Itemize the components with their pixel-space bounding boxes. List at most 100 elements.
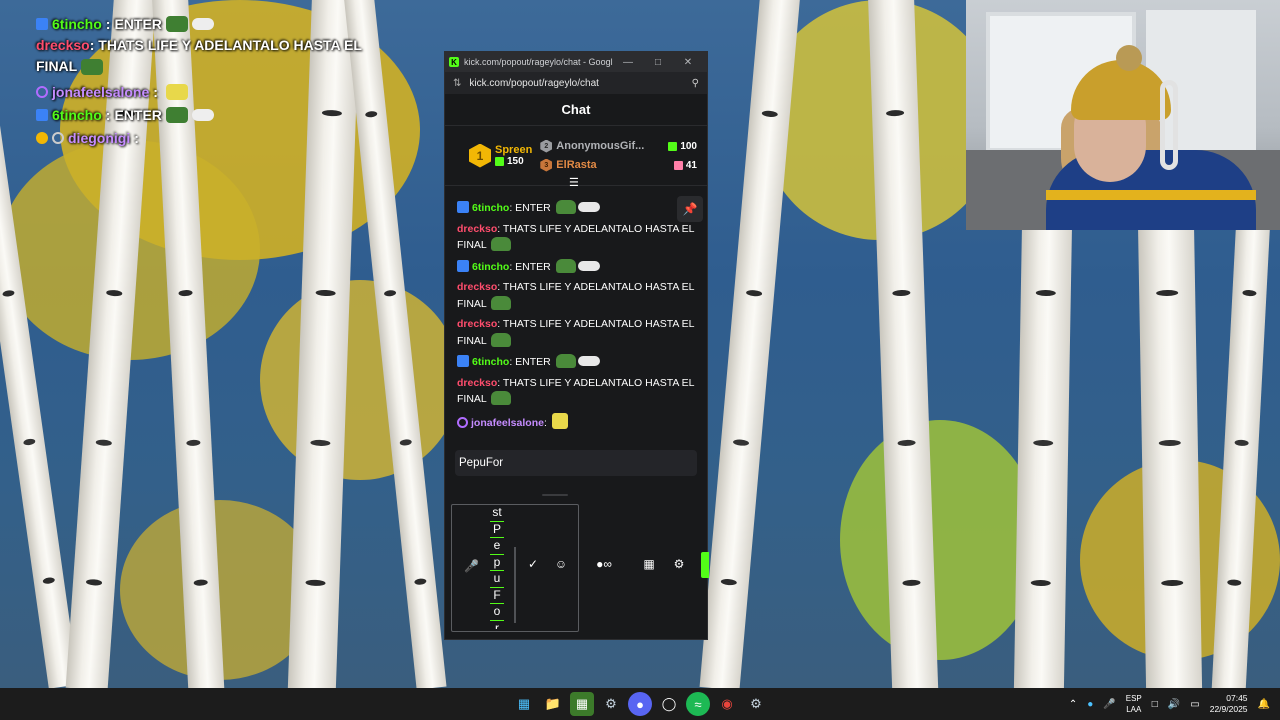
notification-icon[interactable]: 🔔 — [1258, 699, 1270, 710]
rank-bronze-icon: 3 — [540, 158, 553, 172]
microphone-icon[interactable]: 🎤 — [1103, 699, 1115, 710]
chat-username[interactable]: 6tincho — [472, 356, 509, 368]
chat-message: dreckso: THATS LIFE Y ADELANTALO HASTA E… — [457, 281, 695, 310]
overlay-chat-line: diegonigi: — [36, 126, 366, 149]
chrome-icon[interactable]: ◉ — [715, 692, 739, 716]
pepe-emote-icon — [491, 391, 512, 405]
leaderboard-third[interactable]: 3 ElRasta 41 — [540, 158, 697, 172]
discord-icon[interactable]: ● — [628, 692, 652, 716]
drag-handle[interactable] — [542, 494, 568, 496]
send-button[interactable] — [701, 552, 709, 578]
gift-icon — [668, 141, 678, 151]
chat-message-text: ENTER — [512, 356, 554, 368]
pin-icon[interactable]: 📌 — [677, 196, 703, 222]
address-bar[interactable]: ⇅ kick.com/popout/rageylo/chat ⚲ — [445, 72, 707, 94]
emoji-icon[interactable]: ☺ — [553, 556, 569, 572]
rank-gold-icon: 1 — [469, 143, 491, 168]
ring-badge-icon — [457, 416, 468, 428]
pepe-emote-icon — [491, 295, 512, 310]
chat-username[interactable]: 6tincho — [472, 202, 509, 214]
webcam-feed — [966, 0, 1280, 230]
overlay-username: dreckso — [36, 37, 90, 53]
overlay-username: jonafeelsalone — [52, 83, 150, 100]
chat-username[interactable]: dreckso — [457, 223, 497, 235]
monitor-icon[interactable]: □ — [1152, 699, 1158, 710]
leaderboard-count: 100 — [680, 140, 697, 152]
pepe-emote-icon — [491, 237, 512, 251]
volume-icon[interactable]: 🔊 — [1168, 699, 1180, 710]
overlay-chat-line: jonafeelsalone: — [36, 80, 366, 103]
spotify-icon[interactable]: ≈ — [686, 692, 710, 716]
chat-message: dreckso: THATS LIFE Y ADELANTALO HASTA E… — [457, 376, 695, 405]
gift-icon — [495, 157, 504, 166]
chat-input-box[interactable] — [455, 450, 697, 476]
sponge-emote-icon — [551, 412, 568, 429]
gift-icon — [673, 160, 683, 170]
sub-badge-icon — [457, 201, 469, 213]
overlay-chat-line: 6tincho: ENTER — [36, 12, 366, 35]
start-windows-icon[interactable]: ▦ — [512, 692, 536, 716]
clock[interactable]: 07:45 22/9/2025 — [1210, 693, 1248, 715]
headphones — [1160, 80, 1178, 170]
pepe-emote-icon — [555, 354, 576, 368]
pepe-emote-icon — [80, 59, 103, 76]
ring-badge-icon — [52, 131, 64, 144]
leaderboard-count: 150 — [507, 156, 524, 167]
shield-icon[interactable]: ● — [1087, 699, 1093, 710]
leaderboard-first[interactable]: 1 Spreen 150 — [469, 143, 532, 168]
translate-icon[interactable]: ✓ — [525, 556, 541, 572]
chat-popout-window[interactable]: K kick.com/popout/rageylo/chat - Google … — [444, 51, 709, 641]
chat-username[interactable]: dreckso — [457, 318, 497, 330]
chat-username[interactable]: 6tincho — [472, 261, 509, 273]
overlay-username: 6tincho — [52, 15, 102, 32]
chat-username[interactable]: dreckso — [457, 377, 497, 389]
site-info-icon[interactable]: ⇅ — [453, 78, 461, 89]
chevron-up-icon[interactable]: ⌃ — [1069, 699, 1077, 710]
connect-icon[interactable]: ●∞ — [593, 556, 615, 572]
obs-icon[interactable]: ◯ — [657, 692, 681, 716]
file-explorer-icon[interactable]: 📁 — [541, 692, 565, 716]
hand-emote-icon — [191, 17, 214, 30]
url-text: kick.com/popout/rageylo/chat — [469, 77, 599, 89]
battery-icon[interactable]: ▭ — [1190, 699, 1199, 710]
stream-overlay-chat: 6tincho: ENTER dreckso: THATS LIFE Y ADE… — [36, 12, 366, 149]
kick-logo-icon: K — [449, 57, 459, 67]
chat-username[interactable]: jonafeelsalone — [471, 417, 544, 429]
vertical-input-text: st P e p u F o r — [490, 505, 504, 629]
steam-icon[interactable]: ⚙ — [599, 692, 623, 716]
taskbar: ▦ 📁 ▦ ⚙ ● ◯ ≈ ◉ ⚙ ⌃ ● 🎤 ESP LAA □ 🔊 ▭ 07… — [0, 688, 1280, 720]
steam-icon[interactable]: ⚙ — [744, 692, 768, 716]
pepe-emote-icon — [555, 200, 576, 214]
close-button[interactable]: ✕ — [673, 57, 703, 68]
leaderboard-name: AnonymousGif... — [556, 140, 645, 152]
settings-icon[interactable]: ⚙ — [671, 556, 687, 572]
chat-message: 6tincho: ENTER — [457, 200, 695, 217]
leaderboard-count: 41 — [685, 159, 697, 171]
game-app-icon[interactable]: ▦ — [570, 692, 594, 716]
chat-username[interactable]: dreckso — [457, 281, 497, 293]
gold-badge-icon — [36, 131, 48, 144]
window-titlebar[interactable]: K kick.com/popout/rageylo/chat - Google … — [445, 52, 707, 72]
store-icon[interactable]: ▦ — [641, 556, 657, 572]
chat-toolbar: st P e p u F o r 🎤 ✓ ☺ ●∞ ▦ ⚙ — [445, 494, 709, 641]
sub-badge-icon — [457, 355, 469, 367]
sponge-emote-icon — [165, 83, 188, 100]
sub-badge-icon — [457, 259, 469, 272]
language-indicator[interactable]: ESP LAA — [1126, 693, 1142, 715]
microphone-icon[interactable]: 🎤 — [464, 559, 479, 575]
gift-leaderboard: 1 Spreen 150 2 AnonymousGif... 100 3 ElR… — [445, 126, 707, 189]
chat-message-text — [547, 417, 550, 429]
chat-message: dreckso: THATS LIFE Y ADELANTALO HASTA E… — [457, 222, 695, 251]
hand-emote-icon — [577, 356, 600, 366]
overlay-message-text: ENTER — [114, 15, 162, 32]
panel-scrollbar[interactable] — [514, 547, 516, 623]
overlay-username: 6tincho — [52, 106, 102, 123]
window-title: kick.com/popout/rageylo/chat - Google C.… — [464, 57, 613, 67]
maximize-button[interactable]: □ — [643, 57, 673, 68]
leaderboard-second[interactable]: 2 AnonymousGif... 100 — [540, 139, 697, 153]
chat-messages[interactable]: 📌 6tincho: ENTER dreckso: THATS LIFE Y A… — [445, 186, 707, 448]
zoom-icon[interactable]: ⚲ — [692, 78, 699, 89]
minimize-button[interactable]: — — [613, 57, 643, 68]
ring-badge-icon — [36, 85, 48, 98]
chat-input[interactable] — [459, 457, 693, 469]
